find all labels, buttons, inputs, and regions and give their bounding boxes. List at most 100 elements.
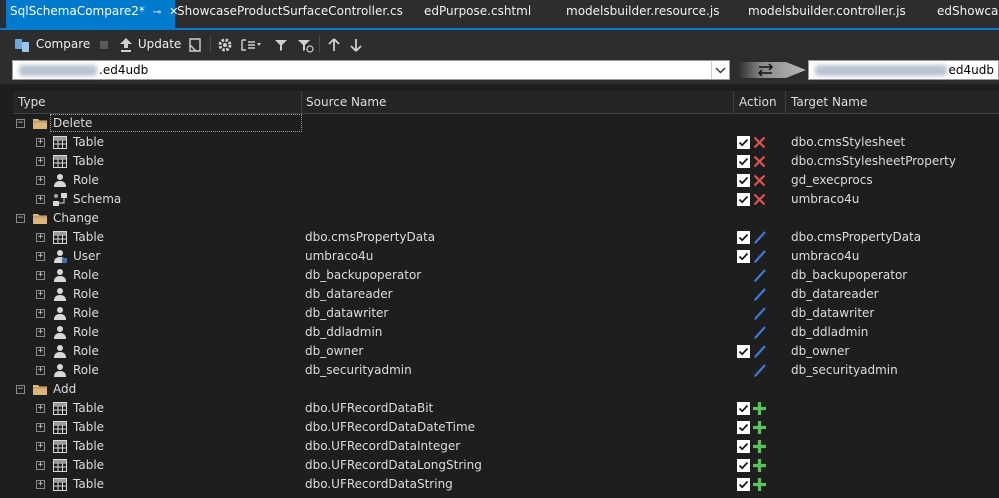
generate-script-button[interactable] [187, 35, 203, 53]
expand-toggle-icon[interactable]: + [36, 309, 45, 318]
redacted-text [19, 65, 97, 76]
column-header-type[interactable]: Type [18, 91, 46, 113]
compare-button[interactable]: Compare [14, 35, 90, 53]
expand-toggle-icon[interactable]: + [36, 157, 45, 166]
tab-modelsbuilder-controller[interactable]: modelsbuilder.controller.js [748, 0, 906, 28]
expand-toggle-icon[interactable]: + [36, 328, 45, 337]
row-source-name: db_owner [305, 344, 364, 358]
include-checkbox[interactable] [737, 155, 750, 168]
row-type: Role [73, 363, 99, 377]
column-divider[interactable] [785, 91, 786, 113]
column-divider[interactable] [733, 91, 734, 113]
previous-change-button[interactable] [327, 35, 341, 53]
table-row[interactable]: + Role db_securityadmin db_securityadmin [13, 361, 999, 380]
table-row[interactable]: + Table dbo.cmsStylesheet [13, 133, 999, 152]
expand-toggle-icon[interactable]: + [36, 347, 45, 356]
tab-edpurpose[interactable]: edPurpose.cshtml [424, 0, 531, 28]
schema-icon [52, 192, 68, 207]
table-row[interactable]: + Table dbo.cmsStylesheetProperty [13, 152, 999, 171]
expand-toggle-icon[interactable]: + [36, 195, 45, 204]
expand-toggle-icon[interactable]: + [36, 442, 45, 451]
options-button[interactable] [217, 35, 233, 53]
table-icon [52, 458, 68, 473]
toolbar-separator [319, 36, 320, 52]
tab-sqlschemacompare2[interactable]: SqlSchemaCompare2* ⊸ ✕ [6, 0, 179, 28]
table-row[interactable]: + User umbraco4u umbraco4u [13, 247, 999, 266]
chevron-down-icon[interactable] [711, 61, 729, 79]
tab-modelsbuilder-resource[interactable]: modelsbuilder.resource.js [566, 0, 719, 28]
expand-toggle-icon[interactable]: + [36, 176, 45, 185]
add-action-icon [752, 458, 767, 473]
include-checkbox[interactable] [737, 421, 750, 434]
target-database-field[interactable]: ed4udb [808, 60, 999, 80]
include-checkbox[interactable] [737, 193, 750, 206]
collapse-toggle-icon[interactable]: − [16, 385, 25, 394]
expand-toggle-icon[interactable]: + [36, 233, 45, 242]
row-type: Schema [73, 192, 122, 206]
expand-toggle-icon[interactable]: + [36, 480, 45, 489]
table-row[interactable]: + Role db_datawriter db_datawriter [13, 304, 999, 323]
collapse-toggle-icon[interactable]: − [16, 214, 25, 223]
include-checkbox[interactable] [737, 250, 750, 263]
table-row[interactable]: + Role db_datareader db_datareader [13, 285, 999, 304]
filter-button[interactable] [273, 35, 289, 53]
compare-icon [15, 38, 29, 52]
row-source-name: dbo.UFRecordDataInteger [305, 439, 461, 453]
group-by-button[interactable] [240, 35, 262, 53]
pin-icon[interactable]: ⊸ [153, 7, 161, 18]
table-row[interactable]: + Role gd_execprocs [13, 171, 999, 190]
include-checkbox[interactable] [737, 459, 750, 472]
expand-toggle-icon[interactable]: + [36, 404, 45, 413]
expand-toggle-icon[interactable]: + [36, 366, 45, 375]
collapse-toggle-icon[interactable]: − [16, 119, 25, 128]
group-label: Change [53, 211, 99, 225]
tab-edshowcase[interactable]: edShowcase [937, 0, 999, 28]
column-header-target-name[interactable]: Target Name [791, 91, 867, 113]
table-row[interactable]: + Table dbo.UFRecordDataLongString [13, 456, 999, 475]
include-checkbox[interactable] [737, 440, 750, 453]
update-button[interactable]: Update [118, 35, 181, 53]
row-target-name: dbo.cmsStylesheetProperty [791, 154, 956, 168]
expand-toggle-icon[interactable]: + [36, 461, 45, 470]
tab-showcaseproductsurfacecontroller[interactable]: ShowcaseProductSurfaceController.cs [177, 0, 403, 28]
expand-toggle-icon[interactable]: + [36, 423, 45, 432]
include-checkbox[interactable] [737, 402, 750, 415]
column-divider[interactable] [301, 91, 302, 113]
table-row[interactable]: + Table dbo.UFRecordDataString [13, 475, 999, 494]
table-row[interactable]: + Table dbo.cmsPropertyData dbo.cmsProperty… [13, 228, 999, 247]
group-row-add[interactable]: − Add [13, 380, 999, 399]
swap-direction-button[interactable] [738, 60, 806, 80]
expand-toggle-icon[interactable]: + [36, 271, 45, 280]
table-row[interactable]: + Table dbo.UFRecordDataInteger [13, 437, 999, 456]
table-row[interactable]: + Table dbo.UFRecordDataDateTime [13, 418, 999, 437]
column-header-source-name[interactable]: Source Name [306, 91, 386, 113]
tab-label: SqlSchemaCompare2* [10, 4, 145, 18]
expand-toggle-icon[interactable]: + [36, 290, 45, 299]
table-row[interactable]: + Table dbo.UFRecordDataBit [13, 399, 999, 418]
user-icon [52, 249, 68, 264]
include-checkbox[interactable] [737, 345, 750, 358]
table-row[interactable]: + Role db_ddladmin db_ddladmin [13, 323, 999, 342]
group-row-delete[interactable]: − Delete [13, 114, 999, 133]
row-target-name: db_ddladmin [791, 325, 869, 339]
update-icon [120, 37, 132, 52]
include-checkbox[interactable] [737, 174, 750, 187]
table-row[interactable]: + Schema umbraco4u [13, 190, 999, 209]
include-checkbox[interactable] [737, 231, 750, 244]
source-database-dropdown[interactable]: .ed4udb [12, 60, 730, 80]
change-action-icon [752, 325, 767, 340]
table-row[interactable]: + Role db_backupoperator db_backupoperator [13, 266, 999, 285]
group-row-change[interactable]: − Change [13, 209, 999, 228]
include-checkbox[interactable] [737, 136, 750, 149]
clear-filter-button[interactable] [296, 35, 314, 53]
swap-icon [738, 62, 806, 78]
target-database-value: ed4udb [948, 63, 994, 77]
stop-button[interactable] [98, 35, 110, 53]
expand-toggle-icon[interactable]: + [36, 252, 45, 261]
next-change-button[interactable] [349, 35, 363, 53]
include-checkbox[interactable] [737, 478, 750, 491]
expand-toggle-icon[interactable]: + [36, 138, 45, 147]
table-row[interactable]: + Role db_owner db_owner [13, 342, 999, 361]
column-header-action[interactable]: Action [739, 91, 777, 113]
row-source-name: dbo.UFRecordDataString [305, 477, 453, 491]
